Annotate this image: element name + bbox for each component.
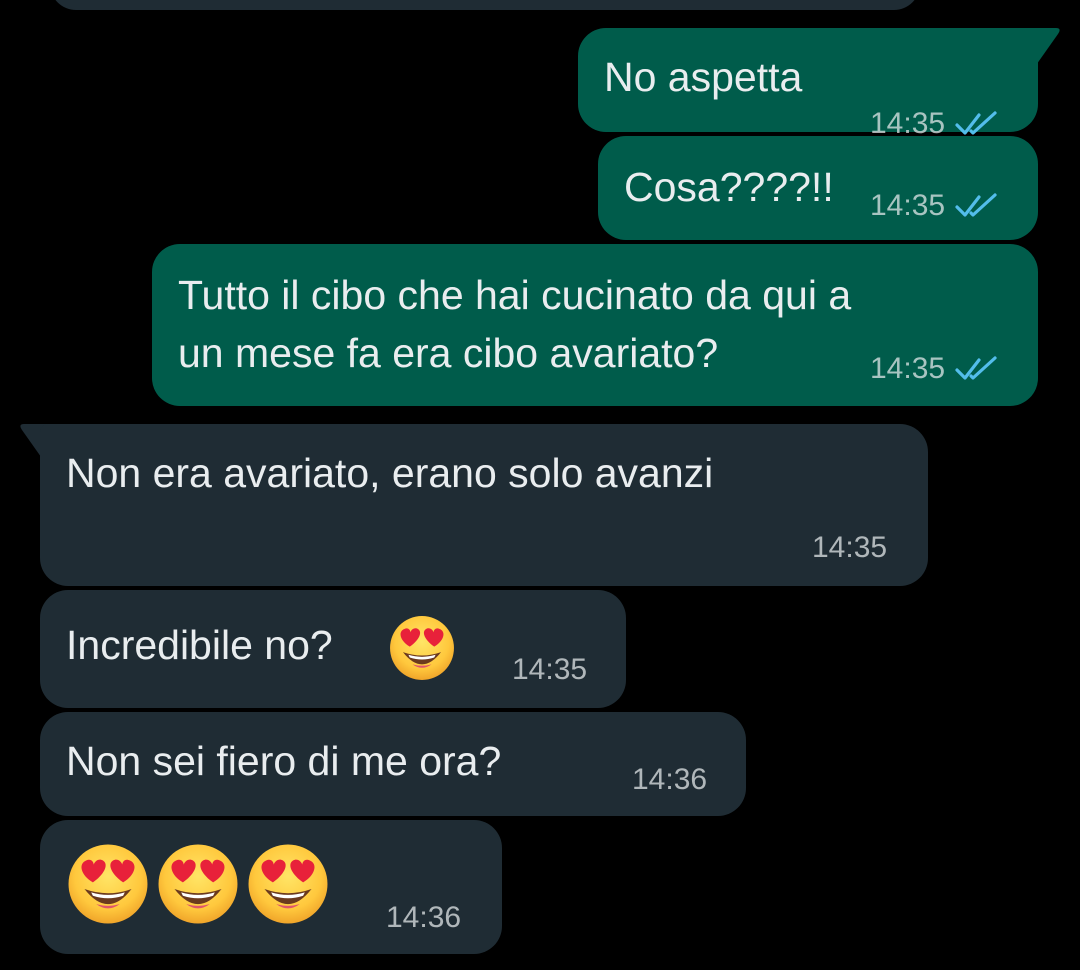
message-text: Non sei fiero di me ora? xyxy=(66,738,502,784)
message-meta: 14:36 xyxy=(386,898,461,938)
message-time: 14:36 xyxy=(386,901,462,934)
message-text: Incredibile no? xyxy=(66,616,333,674)
message-meta: 14:35 xyxy=(870,186,997,226)
message-meta: 14:35 xyxy=(870,349,997,389)
message-text: No aspetta xyxy=(604,54,803,100)
chat-conversation: No aspetta 14:35 Cosa????!! 14:35 Tutto … xyxy=(0,0,1080,970)
double-check-read-icon xyxy=(955,356,997,380)
previous-message-bubble[interactable] xyxy=(50,0,920,10)
message-time: 14:35 xyxy=(812,531,888,564)
message-meta: 14:36 xyxy=(632,760,707,800)
message-text-line: un mese fa era cibo avariato? xyxy=(178,330,719,376)
message-meta: 14:35 xyxy=(812,528,887,568)
heart-eyes-emoji xyxy=(246,842,330,926)
incoming-message-bubble[interactable]: Non era avariato, erano solo avanzi 14:3… xyxy=(40,424,928,586)
message-text: Non era avariato, erano solo avanzi xyxy=(66,450,714,496)
incoming-message-bubble[interactable]: Non sei fiero di me ora? 14:36 xyxy=(40,712,746,816)
outgoing-message-bubble[interactable]: No aspetta 14:35 xyxy=(578,28,1038,140)
message-text: Cosa????!! xyxy=(624,164,834,210)
outgoing-message-bubble[interactable]: Cosa????!! 14:35 xyxy=(598,136,1038,240)
message-text-content: Incredibile no? xyxy=(66,622,333,668)
message-meta: 14:35 xyxy=(512,650,587,690)
incoming-message-bubble[interactable]: 14:36 xyxy=(40,820,502,954)
heart-eyes-emoji xyxy=(66,842,150,926)
outgoing-message-bubble[interactable]: Tutto il cibo che hai cucinato da qui a … xyxy=(152,244,1038,406)
outgoing-bubble-tail xyxy=(1020,28,1060,68)
message-time: 14:35 xyxy=(870,189,946,222)
double-check-read-icon xyxy=(955,193,997,217)
message-time: 14:35 xyxy=(512,653,588,686)
message-text-line: Tutto il cibo che hai cucinato da qui a xyxy=(178,272,852,318)
heart-eyes-emoji xyxy=(156,842,240,926)
double-check-read-icon xyxy=(955,111,997,135)
message-time: 14:36 xyxy=(632,763,708,796)
message-time: 14:35 xyxy=(870,352,946,385)
incoming-message-bubble[interactable]: Incredibile no? 14:35 xyxy=(40,590,626,708)
heart-eyes-emoji xyxy=(388,614,456,682)
